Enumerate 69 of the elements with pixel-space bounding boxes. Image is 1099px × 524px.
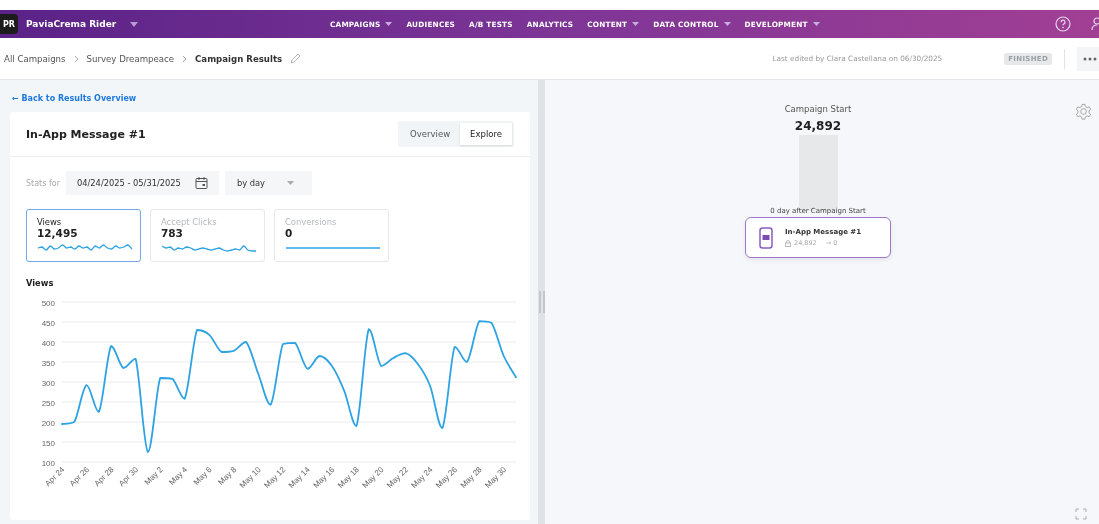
stats-label: Stats for xyxy=(26,178,60,188)
settings-icon[interactable] xyxy=(1075,103,1092,120)
x-axis-label: May 28 xyxy=(458,465,484,490)
x-axis-label: May 12 xyxy=(262,465,288,490)
lock-icon xyxy=(785,239,791,247)
chevron-right-icon xyxy=(182,54,188,63)
caret-icon[interactable] xyxy=(632,22,640,26)
card-title: In-App Message #1 xyxy=(26,127,146,141)
interval-select[interactable]: by day xyxy=(224,171,312,195)
help-icon[interactable] xyxy=(1055,16,1071,32)
phone-icon xyxy=(759,226,773,249)
app-name[interactable]: PaviaCrema Rider xyxy=(26,19,117,29)
x-axis-label: Apr 26 xyxy=(67,465,91,489)
more-button[interactable] xyxy=(1077,46,1099,71)
view-tab[interactable]: Overview xyxy=(400,123,461,145)
start-count: 24,892 xyxy=(794,119,842,133)
x-axis-label: May 6 xyxy=(191,465,214,487)
x-axis-label: Apr 28 xyxy=(92,465,116,489)
x-axis-label: May 10 xyxy=(237,465,263,490)
y-axis-label: 200 xyxy=(41,418,55,428)
chevron-right-icon xyxy=(73,54,79,63)
x-axis-label: May 26 xyxy=(434,465,460,490)
y-axis-label: 350 xyxy=(41,358,55,368)
chart-title: Views xyxy=(26,278,55,288)
calendar-icon xyxy=(194,177,208,189)
metric-tile[interactable]: Views 12,495 xyxy=(26,209,141,262)
date-range-field[interactable]: 04/24/2025 - 05/31/2025 xyxy=(65,171,219,195)
metric-tile[interactable]: Conversions 0 xyxy=(274,209,389,262)
y-axis-label: 100 xyxy=(41,458,55,468)
x-axis-label: May 22 xyxy=(385,465,410,490)
y-axis-label: 400 xyxy=(41,338,55,348)
metric-label: Views xyxy=(37,217,63,227)
x-axis-label: May 20 xyxy=(360,465,386,490)
metric-value: 0 xyxy=(285,227,294,239)
caret-icon xyxy=(286,181,294,185)
x-axis-label: May 2 xyxy=(142,465,165,487)
y-axis-label: 300 xyxy=(41,378,55,388)
more-icon xyxy=(1083,56,1097,61)
metric-label: Accept Clicks xyxy=(161,217,218,227)
caret-icon[interactable] xyxy=(385,22,393,26)
user-icon[interactable] xyxy=(1091,17,1099,31)
y-axis-label: 500 xyxy=(41,298,55,308)
pencil-icon[interactable] xyxy=(290,53,302,64)
caret-icon[interactable] xyxy=(130,21,139,27)
y-axis-label: 250 xyxy=(41,398,55,408)
x-axis-label: May 24 xyxy=(409,465,435,490)
caret-icon[interactable] xyxy=(812,22,820,26)
breadcrumb-link[interactable]: Survey Dreampeace xyxy=(86,53,175,64)
y-axis-label: 150 xyxy=(41,438,55,448)
app-logo[interactable]: PR xyxy=(0,14,18,34)
x-axis-label: May 16 xyxy=(311,465,337,490)
x-axis-label: Apr 24 xyxy=(43,465,67,489)
x-axis-label: May 18 xyxy=(336,465,361,490)
caret-icon[interactable] xyxy=(723,22,731,26)
start-label: Campaign Start xyxy=(784,104,852,114)
x-axis-label: May 8 xyxy=(216,465,239,487)
metric-value: 783 xyxy=(161,227,184,239)
x-axis-label: May 4 xyxy=(167,465,190,487)
back-link[interactable]: ← Back to Results Overview xyxy=(12,94,530,112)
x-axis-label: Apr 30 xyxy=(117,465,141,489)
y-axis-label: 450 xyxy=(41,318,55,328)
x-axis-label: May 30 xyxy=(483,465,509,490)
resize-handle[interactable] xyxy=(538,291,545,313)
x-axis-label: May 14 xyxy=(286,465,312,490)
metric-label: Conversions xyxy=(285,217,338,227)
metric-value: 12,495 xyxy=(37,227,79,239)
view-tab[interactable]: Explore xyxy=(460,123,512,145)
breadcrumb-link[interactable]: All Campaigns xyxy=(4,53,66,64)
metric-tile[interactable]: Accept Clicks 783 xyxy=(150,209,265,262)
